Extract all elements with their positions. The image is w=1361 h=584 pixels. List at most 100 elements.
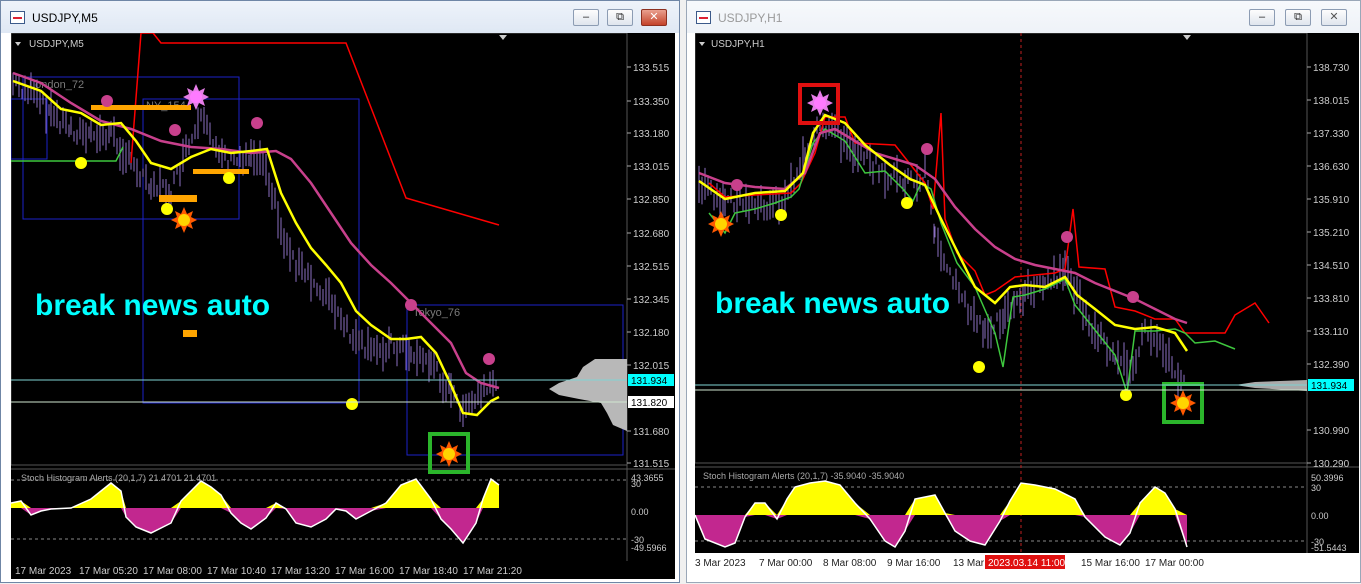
time-axis-canvas: 17 Mar 2023 17 Mar 05:20 17 Mar 08:00 17 Ma… bbox=[15, 566, 522, 577]
indicator-tick-label: -51.5443 bbox=[1311, 543, 1347, 553]
yellow-dot bbox=[775, 209, 787, 221]
time-axis-canvas: 3 Mar 2023 7 Mar 00:00 8 Mar 08:00 9 Mar 16… bbox=[695, 555, 1204, 569]
buy-signal-sun-icon bbox=[171, 207, 197, 233]
time-tick-label: 17 Mar 05:20 bbox=[79, 566, 138, 577]
title-bar[interactable]: USDJPY,M5 – ⧉ ✕ bbox=[1, 1, 679, 33]
price-tick-label: 133.180 bbox=[633, 129, 670, 140]
time-tick-label: 9 Mar 16:00 bbox=[887, 558, 941, 569]
time-tick-label: 17 Mar 13:20 bbox=[271, 566, 330, 577]
yellow-dot bbox=[1120, 389, 1132, 401]
chart-canvas[interactable]: London_72 NY_154 Tokyo_76 bbox=[11, 33, 675, 561]
histogram-positive bbox=[695, 481, 1187, 515]
dropdown-arrow-icon[interactable] bbox=[15, 42, 21, 46]
chart-window-m5[interactable]: USDJPY,M5 – ⧉ ✕ London_72 NY_154 Tokyo_7… bbox=[0, 0, 680, 583]
time-tick-label: 17 Mar 2023 bbox=[15, 566, 72, 577]
magenta-dot bbox=[1127, 291, 1139, 303]
restore-button[interactable]: ⧉ bbox=[607, 9, 633, 26]
time-tick-label: 17 Mar 21:20 bbox=[463, 566, 522, 577]
chart-area[interactable]: break news auto USDJPY,H1 138.730 138.015… bbox=[695, 33, 1359, 553]
shift-marker-icon[interactable] bbox=[1183, 35, 1191, 40]
yellow-dot bbox=[346, 398, 358, 410]
bid-price-label: 131.934 bbox=[1311, 381, 1348, 392]
price-tick-label: 130.990 bbox=[1313, 426, 1350, 437]
yellow-dot bbox=[901, 197, 913, 209]
chart-area[interactable]: London_72 NY_154 Tokyo_76 bbox=[11, 33, 675, 561]
price-tick-label: 132.515 bbox=[633, 262, 670, 273]
main-panel-frame bbox=[695, 33, 1308, 464]
indicator-tick-label: 50.3996 bbox=[1311, 473, 1344, 483]
chart-window-icon bbox=[10, 11, 25, 24]
chart-window-icon bbox=[696, 11, 711, 24]
time-tick-label: 17 Mar 10:40 bbox=[207, 566, 266, 577]
dropdown-arrow-icon[interactable] bbox=[699, 42, 705, 46]
orange-level-bar bbox=[193, 169, 249, 174]
yellow-dot bbox=[223, 172, 235, 184]
price-tick-label: 135.210 bbox=[1313, 228, 1350, 239]
green-line bbox=[708, 128, 1236, 394]
price-tick-label: 136.630 bbox=[1313, 162, 1350, 173]
orange-level-bar bbox=[159, 195, 197, 202]
magenta-dot bbox=[405, 299, 417, 311]
time-tick-label: 17 Mar 18:40 bbox=[399, 566, 458, 577]
orange-level-bar bbox=[151, 105, 191, 110]
time-axis[interactable]: 17 Mar 2023 17 Mar 05:20 17 Mar 08:00 17 Ma… bbox=[11, 561, 675, 579]
price-tick-label: 138.015 bbox=[1313, 96, 1350, 107]
time-tick-label: 17 Mar 08:00 bbox=[143, 566, 202, 577]
price-tick-label: 132.015 bbox=[633, 361, 670, 372]
magenta-dot bbox=[101, 95, 113, 107]
time-tick-label: 13 Mar bbox=[953, 558, 985, 569]
candlestick-series bbox=[698, 112, 1185, 400]
bid-price-label: 131.934 bbox=[631, 376, 668, 387]
time-axis[interactable]: 3 Mar 2023 7 Mar 00:00 8 Mar 08:00 9 Mar 16… bbox=[695, 553, 1359, 573]
price-tick-label: 133.015 bbox=[633, 162, 670, 173]
indicator-tick-label: 30 bbox=[631, 479, 641, 489]
magenta-dot bbox=[483, 353, 495, 365]
watermark-text: break news auto bbox=[715, 287, 950, 320]
orange-level-bar bbox=[183, 330, 197, 337]
indicator-tick-label: 0.00 bbox=[1311, 511, 1329, 521]
yellow-dot bbox=[75, 157, 87, 169]
price-tick-label: 137.330 bbox=[1313, 129, 1350, 140]
close-button[interactable]: ✕ bbox=[1321, 9, 1347, 26]
price-tick-label: 130.290 bbox=[1313, 459, 1350, 470]
indicator-tick-label: 30 bbox=[1311, 483, 1321, 493]
time-tick-label: 17 Mar 16:00 bbox=[335, 566, 394, 577]
price-tick-label: 132.345 bbox=[633, 295, 670, 306]
price-tick-label: 138.730 bbox=[1313, 63, 1350, 74]
price-tick-label: 132.390 bbox=[1313, 360, 1350, 371]
price-tick-label: 131.515 bbox=[633, 459, 670, 470]
volume-profile bbox=[549, 359, 627, 431]
buy-signal-sun-icon bbox=[436, 441, 462, 467]
indicator-scale: 50.3996300.00-30-51.5443 bbox=[1311, 473, 1347, 553]
magenta-dot bbox=[169, 124, 181, 136]
title-bar[interactable]: USDJPY,H1 – ⧉ ✕ bbox=[687, 1, 1360, 33]
time-tick-label: 7 Mar 00:00 bbox=[759, 558, 813, 569]
minimize-button[interactable]: – bbox=[1249, 9, 1275, 26]
price-tick-label: 134.510 bbox=[1313, 261, 1350, 272]
time-tick-label: 17 Mar 00:00 bbox=[1145, 558, 1204, 569]
yellow-dot bbox=[973, 361, 985, 373]
indicator-label: Stoch Histogram Alerts (20,1,7) 21.4701 … bbox=[21, 473, 216, 483]
indicator-tick-label: -49.5966 bbox=[631, 543, 667, 553]
price-scale[interactable]: 138.730 138.015 137.330 136.630 135.910 135.2… bbox=[1307, 63, 1350, 470]
price-tick-label: 133.110 bbox=[1313, 327, 1349, 338]
shift-marker-icon[interactable] bbox=[499, 35, 507, 40]
crosshair-time-label: 2023.03.14 11:00 bbox=[988, 558, 1066, 569]
restore-button[interactable]: ⧉ bbox=[1285, 9, 1311, 26]
yellow-dot bbox=[161, 203, 173, 215]
chart-canvas[interactable]: break news auto USDJPY,H1 138.730 138.015… bbox=[695, 33, 1359, 553]
buy-signal-sun-icon bbox=[708, 211, 734, 237]
magenta-dot bbox=[921, 143, 933, 155]
price-tick-label: 131.680 bbox=[633, 427, 670, 438]
time-tick-label: 8 Mar 08:00 bbox=[823, 558, 877, 569]
price-tick-label: 132.180 bbox=[633, 328, 670, 339]
price-tick-label: 133.350 bbox=[633, 97, 670, 108]
window-title: USDJPY,H1 bbox=[718, 11, 783, 25]
magenta-dot bbox=[251, 117, 263, 129]
price-tick-label: 132.680 bbox=[633, 229, 670, 240]
chart-window-h1[interactable]: USDJPY,H1 – ⧉ ✕ break news auto USDJPY,H… bbox=[686, 0, 1361, 583]
close-button[interactable]: ✕ bbox=[641, 9, 667, 26]
minimize-button[interactable]: – bbox=[573, 9, 599, 26]
session-box-left bbox=[11, 98, 48, 160]
price-tick-label: 135.910 bbox=[1313, 195, 1350, 206]
